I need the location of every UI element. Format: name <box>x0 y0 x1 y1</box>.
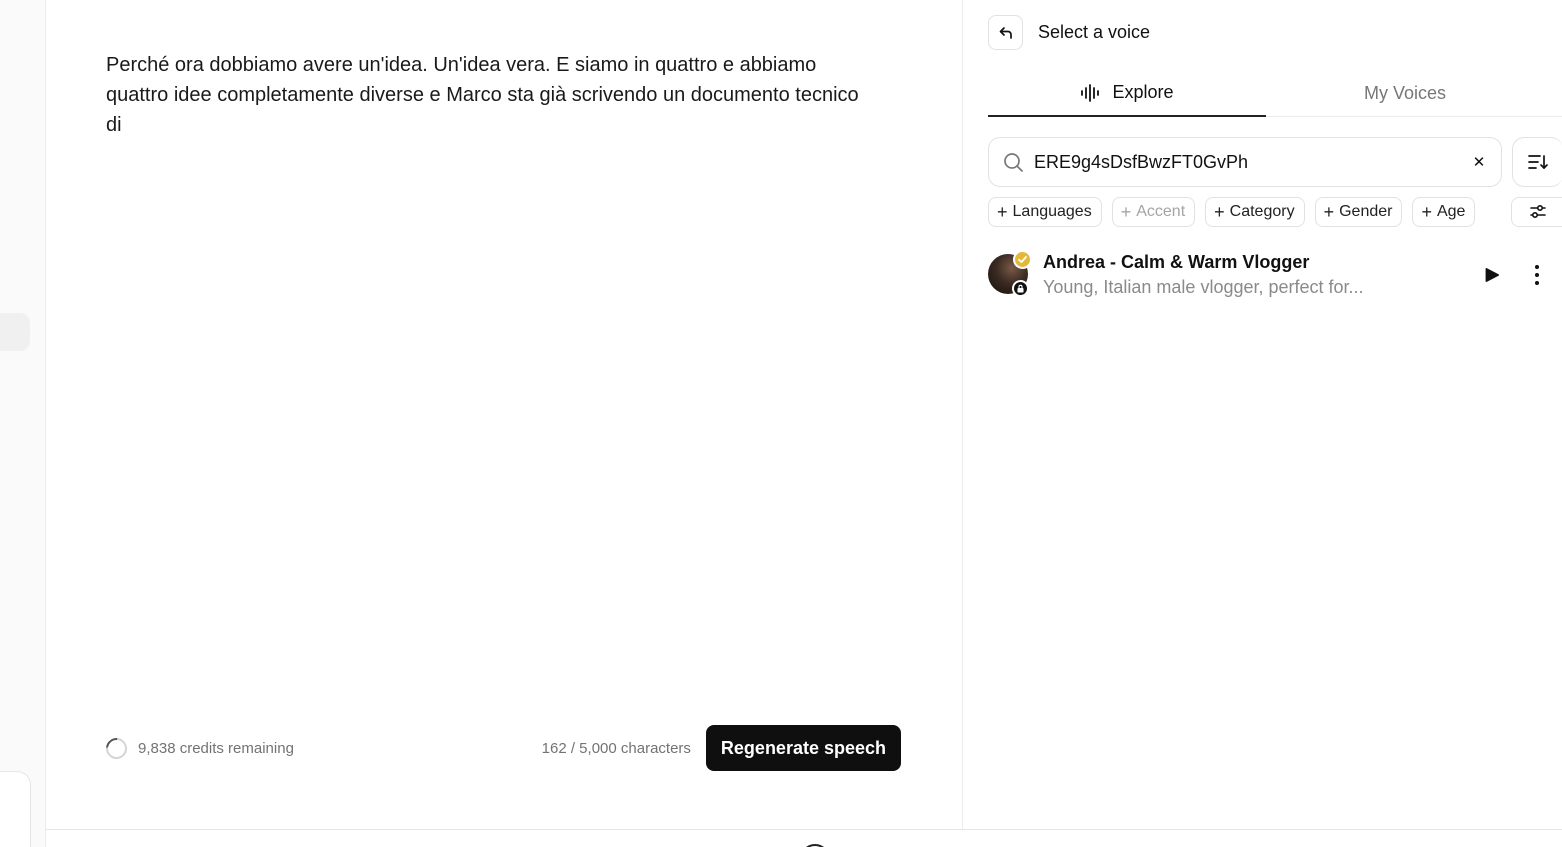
clear-search-icon[interactable]: ✕ <box>1469 153 1489 171</box>
regenerate-speech-button[interactable]: Regenerate speech <box>705 725 901 771</box>
sliders-icon <box>1529 204 1546 219</box>
tab-my-voices[interactable]: My Voices <box>1266 70 1544 117</box>
filter-accent[interactable]: + Accent <box>1111 197 1196 227</box>
sort-icon <box>1528 155 1548 170</box>
left-sidebar <box>0 0 46 847</box>
text-editor: Perché ora dobbiamo avere un'idea. Un'id… <box>46 0 962 829</box>
plus-icon: + <box>1323 202 1335 222</box>
sidebar-bottom-card[interactable] <box>0 771 31 847</box>
filter-label: Gender <box>1339 203 1393 220</box>
app-root: Perché ora dobbiamo avere un'idea. Un'id… <box>0 0 1562 847</box>
plus-icon: + <box>1120 202 1132 222</box>
filter-languages[interactable]: + Languages <box>988 197 1102 227</box>
play-preview-button[interactable] <box>1481 264 1503 286</box>
search-input[interactable]: ERE9g4sDsfBwzFT0GvPh <box>1034 152 1469 173</box>
bottom-player-bar <box>46 829 1562 847</box>
filter-settings-button[interactable] <box>1511 197 1562 227</box>
more-vertical-icon <box>1535 265 1539 285</box>
back-button[interactable] <box>988 15 1023 50</box>
filter-label: Languages <box>1012 203 1092 220</box>
voice-selection-panel: Select a voice Explore My Voices ERE9g4s… <box>962 0 1562 829</box>
verified-badge-icon <box>1013 250 1032 269</box>
filter-category[interactable]: + Category <box>1205 197 1305 227</box>
search-icon <box>1004 152 1023 172</box>
plus-icon: + <box>1214 202 1225 222</box>
editor-text-area[interactable]: Perché ora dobbiamo avere un'idea. Un'id… <box>106 50 876 140</box>
sidebar-active-item[interactable] <box>0 313 30 351</box>
voice-name: Andrea - Calm & Warm Vlogger <box>1043 252 1310 272</box>
filter-chips: + Languages + Accent + Category + Gender… <box>988 197 1476 227</box>
filter-gender[interactable]: + Gender <box>1314 197 1403 227</box>
filter-label: Accent <box>1136 203 1186 220</box>
voice-description: Young, Italian male vlogger, perfect for… <box>1043 277 1364 297</box>
voice-search[interactable]: ERE9g4sDsfBwzFT0GvPh ✕ <box>988 137 1502 187</box>
plus-icon: + <box>997 202 1008 222</box>
credits-remaining-text: 9,838 credits remaining <box>138 739 294 757</box>
more-options-button[interactable] <box>1526 262 1548 288</box>
credits-indicator: 9,838 credits remaining <box>101 733 294 763</box>
waveform-icon <box>1081 83 1100 102</box>
sort-button[interactable] <box>1512 137 1562 187</box>
voice-tabs: Explore My Voices <box>988 70 1562 117</box>
tab-explore[interactable]: Explore <box>988 70 1266 117</box>
back-arrow-icon <box>999 26 1012 39</box>
voice-list-item[interactable]: Andrea - Calm & Warm Vlogger Young, Ital… <box>988 250 1562 300</box>
plus-icon: + <box>1421 202 1432 222</box>
tab-explore-label: Explore <box>1112 82 1174 102</box>
tab-my-voices-label: My Voices <box>1363 83 1447 103</box>
editor-footer: 9,838 credits remaining 162 / 5,000 char… <box>101 725 901 771</box>
panel-title: Select a voice <box>1038 22 1151 42</box>
play-icon <box>1485 267 1500 283</box>
panel-header: Select a voice <box>988 15 1150 50</box>
lock-icon <box>1012 280 1029 297</box>
filter-age[interactable]: + Age <box>1412 197 1476 227</box>
character-count: 162 / 5,000 characters <box>541 739 691 757</box>
credits-progress-icon <box>101 733 132 763</box>
filter-label: Category <box>1229 203 1295 220</box>
filter-label: Age <box>1436 203 1466 220</box>
